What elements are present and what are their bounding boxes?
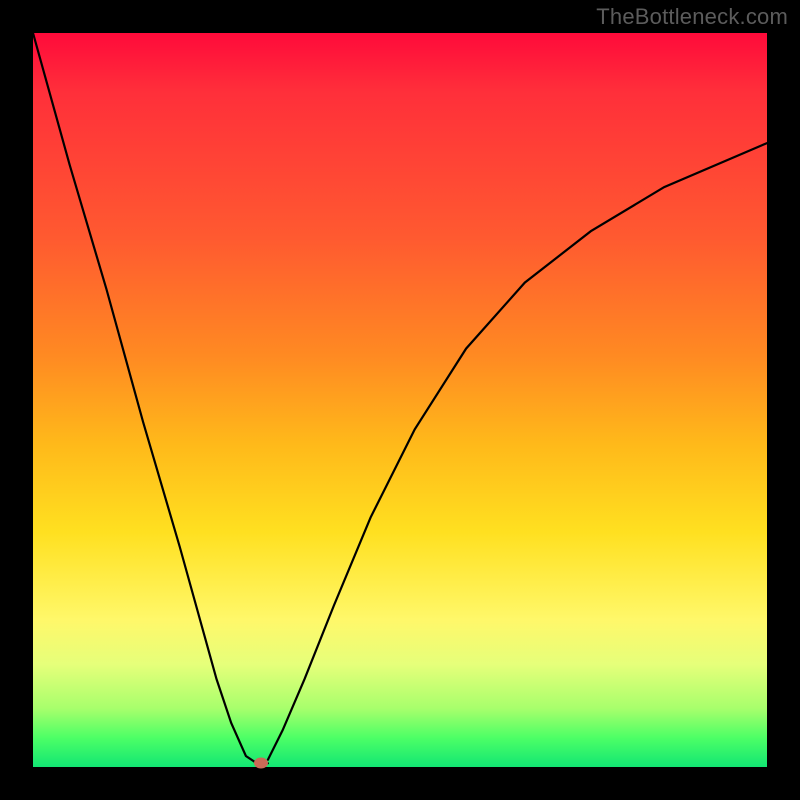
minimum-marker	[254, 758, 268, 769]
watermark-text: TheBottleneck.com	[596, 4, 788, 30]
curve-left-branch	[33, 33, 257, 763]
bottleneck-curve	[33, 33, 767, 767]
chart-frame: TheBottleneck.com	[0, 0, 800, 800]
curve-right-branch	[268, 143, 767, 760]
plot-area	[33, 33, 767, 767]
